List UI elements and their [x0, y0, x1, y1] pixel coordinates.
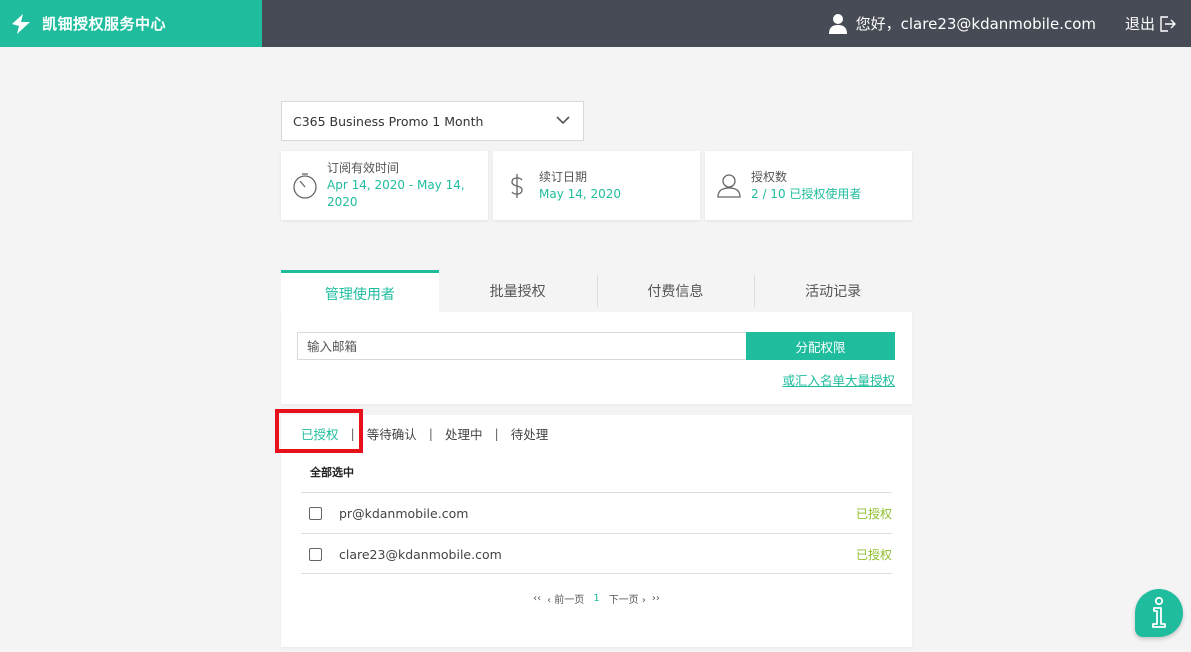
row-checkbox[interactable] — [309, 547, 322, 561]
pager-next-button[interactable]: 下一页 › — [609, 591, 646, 606]
card-value: May 14, 2020 — [539, 186, 622, 201]
top-bar: 凯钿授权服务中心 您好，clare23@kdanmobile.com 退出 — [0, 0, 1191, 47]
row-email: clare23@kdanmobile.com — [339, 546, 502, 562]
card-title: 订阅有效时间 — [327, 161, 400, 175]
status-filter-bar: 已授权 | 等待确认 | 处理中 | 待处理 — [301, 424, 548, 443]
table-row: clare23@kdanmobile.com 已授权 — [301, 534, 892, 574]
tab-activity-log[interactable]: 活动记录 — [754, 270, 912, 312]
tab-bar: 管理使用者 批量授权 付费信息 活动记录 — [281, 270, 912, 312]
filter-authorized[interactable]: 已授权 — [301, 424, 339, 443]
select-all-button[interactable]: 全部选中 — [310, 464, 354, 480]
subscription-period-card: 订阅有效时间 Apr 14, 2020 - May 14, 2020 — [281, 151, 488, 220]
filter-separator: | — [350, 426, 355, 441]
product-select-value: C365 Business Promo 1 Month — [293, 113, 484, 129]
status-badge: 已授权 — [855, 547, 892, 562]
tab-billing-info[interactable]: 付费信息 — [596, 270, 755, 312]
email-input[interactable] — [297, 332, 746, 360]
table-row: pr@kdanmobile.com 已授权 — [301, 493, 892, 533]
filter-separator: | — [428, 426, 433, 441]
pager-current-page[interactable]: 1 — [593, 593, 599, 604]
tab-bulk-license[interactable]: 批量授权 — [439, 270, 597, 312]
tab-manage-users[interactable]: 管理使用者 — [281, 270, 439, 312]
brand-name: 凯钿授权服务中心 — [42, 15, 167, 33]
renewal-date-card: 续订日期 May 14, 2020 — [493, 151, 700, 220]
filter-awaiting-confirmation[interactable]: 等待确认 — [367, 424, 417, 443]
pagination: ‹‹ ‹ 前一页 1 下一页 › ›› — [281, 591, 912, 606]
bulk-import-link[interactable]: 或汇入名单大量授权 — [782, 370, 895, 389]
filter-separator: | — [494, 426, 499, 441]
assign-panel: 分配权限 或汇入名单大量授权 — [281, 312, 912, 404]
logout-icon — [1160, 15, 1176, 32]
timer-icon — [293, 172, 317, 199]
user-list-panel: 已授权 | 等待确认 | 处理中 | 待处理 全部选中 pr@kdanmobil… — [281, 415, 912, 647]
pager-last-button[interactable]: ›› — [652, 593, 660, 604]
pager-first-button[interactable]: ‹‹ — [533, 593, 541, 604]
license-count-card: 授权数 2 / 10 已授权使用者 — [705, 151, 912, 220]
user-icon — [828, 13, 847, 34]
info-icon — [1152, 596, 1166, 628]
row-checkbox[interactable] — [309, 506, 322, 520]
row-email: pr@kdanmobile.com — [339, 505, 469, 521]
dollar-icon — [511, 173, 523, 198]
user-greeting-area: 您好，clare23@kdanmobile.com — [828, 0, 1096, 47]
filter-pending[interactable]: 待处理 — [511, 424, 549, 443]
product-select[interactable]: C365 Business Promo 1 Month — [281, 101, 584, 141]
pager-prev-button[interactable]: ‹ 前一页 — [547, 591, 584, 606]
help-chat-button[interactable] — [1135, 589, 1183, 637]
brand-logo-icon — [12, 13, 30, 34]
filter-processing[interactable]: 处理中 — [445, 424, 483, 443]
logout-label: 退出 — [1124, 15, 1155, 33]
status-badge: 已授权 — [855, 506, 892, 521]
card-title: 续订日期 — [539, 169, 588, 184]
divider — [301, 573, 892, 574]
card-title: 授权数 — [751, 169, 788, 184]
brand[interactable]: 凯钿授权服务中心 — [0, 0, 262, 47]
chevron-down-icon — [556, 116, 570, 125]
card-value: 2 / 10 已授权使用者 — [751, 186, 862, 201]
logout-button[interactable]: 退出 — [1125, 0, 1177, 47]
user-greeting: 您好，clare23@kdanmobile.com — [855, 15, 1096, 33]
card-value: Apr 14, 2020 - May 14, 2020 — [327, 178, 465, 209]
user-icon — [717, 173, 741, 198]
assign-permission-button[interactable]: 分配权限 — [746, 332, 895, 360]
